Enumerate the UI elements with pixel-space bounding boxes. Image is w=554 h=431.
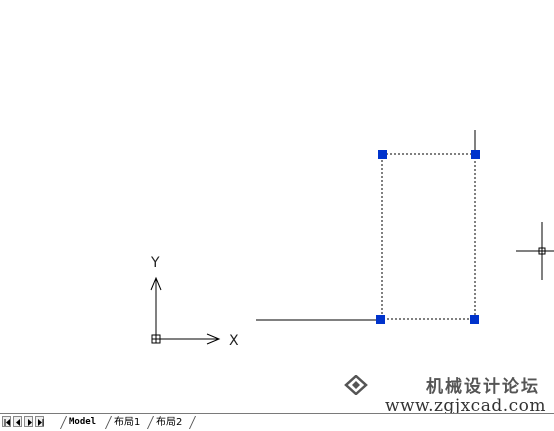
layout-tab-bar: Model 布局1 布局2	[0, 413, 554, 431]
grip-bottom-right[interactable]	[470, 315, 479, 324]
ucs-icon	[150, 276, 221, 345]
tab-model[interactable]: Model	[69, 415, 96, 430]
first-tab-icon	[4, 419, 10, 426]
grip-top-right[interactable]	[471, 150, 480, 159]
next-tab-button[interactable]	[24, 416, 33, 427]
ucs-x-label: X	[229, 333, 239, 349]
tab-separator	[59, 416, 68, 429]
tab-separator	[188, 416, 197, 429]
tab-separator	[104, 416, 113, 429]
watermark-title: 机械设计论坛	[426, 377, 540, 397]
selected-rectangle[interactable]	[381, 153, 476, 320]
drawing-canvas[interactable]: X Y	[0, 0, 554, 431]
last-tab-button[interactable]	[35, 416, 44, 427]
tab-layout2[interactable]: 布局2	[156, 415, 182, 430]
grip-top-left[interactable]	[378, 150, 387, 159]
grip-bottom-left[interactable]	[376, 315, 385, 324]
last-tab-icon	[38, 419, 44, 426]
ucs-y-label: Y	[150, 255, 160, 271]
prev-tab-button[interactable]	[13, 416, 22, 427]
crosshair-cursor-icon	[516, 222, 554, 280]
first-tab-button[interactable]	[2, 416, 11, 427]
prev-tab-icon	[16, 419, 20, 426]
tab-separator	[146, 416, 155, 429]
watermark-logo-icon	[344, 375, 368, 395]
next-tab-icon	[28, 419, 32, 426]
tab-layout1[interactable]: 布局1	[114, 415, 140, 430]
